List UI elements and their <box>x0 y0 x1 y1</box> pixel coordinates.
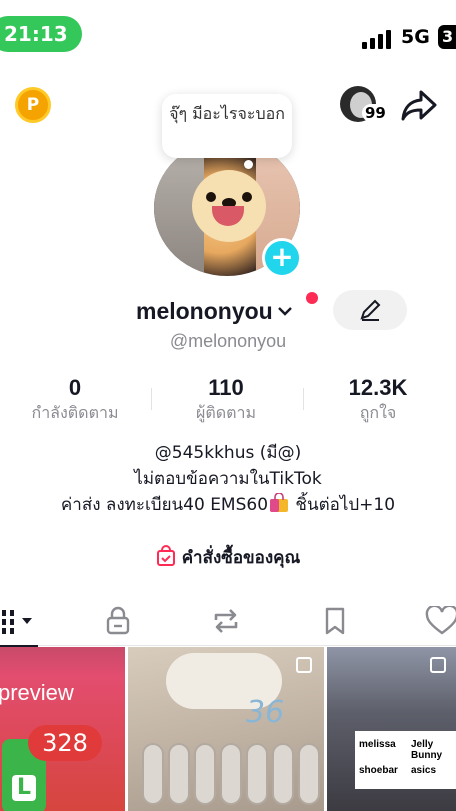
bio-text: ค่าส่ง ลงทะเบียน40 EMS60 <box>60 495 269 515</box>
signal-icon <box>362 29 394 49</box>
stat-label: ผู้ติดตาม <box>195 403 257 422</box>
multi-photo-icon <box>430 657 446 673</box>
stat-value: 110 <box>208 375 244 400</box>
share-icon[interactable] <box>400 88 438 122</box>
multi-photo-icon <box>296 657 312 673</box>
bio-line: ค่าส่ง ลงทะเบียน40 EMS60 ชิ้นต่อไป+10 <box>0 492 456 518</box>
coins-icon[interactable]: P <box>15 87 51 123</box>
stat-label: ถูกใจ <box>359 403 397 422</box>
orders-bag-icon <box>156 545 175 566</box>
visitor-count: 99 <box>362 104 389 122</box>
stat-label: กำลังติดตาม <box>31 403 119 422</box>
grid-icon <box>2 610 32 634</box>
bio: @545kkhus (มี@) ไม่ตอบข้อความในTikTok ค่… <box>0 440 456 518</box>
stat-value: 0 <box>68 375 82 400</box>
username-row[interactable]: melononyou <box>136 294 293 328</box>
thumb-badge: 328 <box>28 725 102 761</box>
brand-sign: melissa Jelly Bunny shoebar asics <box>355 731 456 789</box>
stat-value: 12.3K <box>348 375 408 400</box>
thumb-text: 36 <box>246 695 285 730</box>
tab-liked[interactable] <box>412 596 456 646</box>
stat-followers[interactable]: 110 ผู้ติดตาม <box>151 374 301 424</box>
bio-line: @545kkhus (มี@) <box>154 443 302 463</box>
bio-text: ชิ้นต่อไป+10 <box>290 495 396 515</box>
stat-following[interactable]: 0 กำลังติดตาม <box>0 374 150 424</box>
stat-likes[interactable]: 12.3K ถูกใจ <box>303 374 453 424</box>
note-bubble[interactable]: จุ๊ๆ มีอะไรจะบอก <box>162 94 292 158</box>
add-avatar-button[interactable]: + <box>262 238 302 278</box>
user-handle: @melononyou <box>169 331 287 351</box>
notification-dot <box>306 292 318 304</box>
lock-icon <box>106 606 130 635</box>
video-thumbnail[interactable]: 36 <box>128 647 324 811</box>
tab-private[interactable] <box>88 596 148 646</box>
video-thumbnail[interactable]: preview L 328 <box>0 647 125 811</box>
heart-icon <box>425 606 456 635</box>
tab-favorites[interactable] <box>305 596 365 646</box>
bookmark-icon <box>325 607 345 635</box>
status-bar: 21:13 5G 3 <box>0 0 456 64</box>
repost-icon <box>214 609 238 633</box>
profile-tabs <box>0 596 456 647</box>
tab-reposts[interactable] <box>196 596 256 646</box>
status-time[interactable]: 21:13 <box>0 16 82 52</box>
bio-line: ไม่ตอบข้อความในTikTok <box>134 469 322 489</box>
network-type: 5G <box>401 26 430 48</box>
pencil-icon <box>360 299 381 321</box>
username: melononyou <box>136 297 273 324</box>
orders-label: คำสั่งซื้อของคุณ <box>181 548 301 568</box>
profile-avatar-area: + <box>154 140 302 278</box>
thumb-text: preview <box>0 680 74 705</box>
profile-visitors-button[interactable]: 99 <box>340 86 389 124</box>
orders-link[interactable]: คำสั่งซื้อของคุณ <box>0 544 456 571</box>
note-bubble-tail <box>244 160 253 169</box>
stats-row: 0 กำลังติดตาม 110 ผู้ติดตาม 12.3K ถูกใจ <box>0 374 456 428</box>
battery-icon: 3 <box>438 25 456 49</box>
video-thumbnail[interactable]: melissa Jelly Bunny shoebar asics <box>327 647 456 811</box>
tab-videos[interactable] <box>0 596 52 647</box>
edit-profile-button[interactable] <box>333 290 407 330</box>
video-grid: preview L 328 36 melissa Jelly Bunny sho… <box>0 647 456 811</box>
shopping-bag-icon <box>270 493 289 512</box>
chevron-down-icon <box>277 307 292 316</box>
